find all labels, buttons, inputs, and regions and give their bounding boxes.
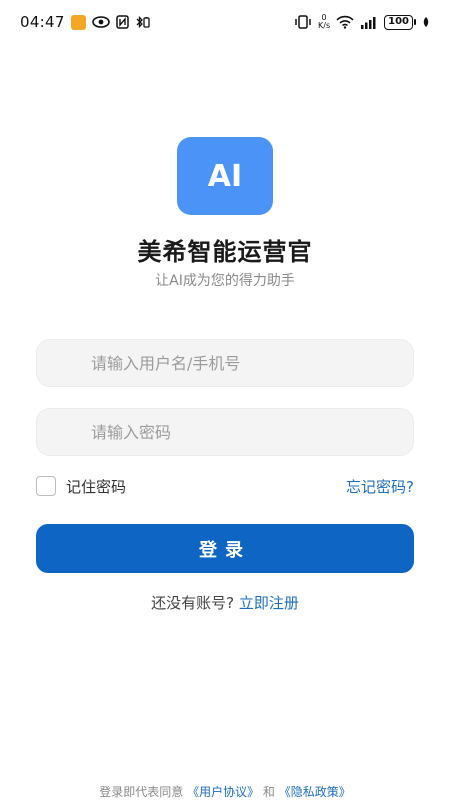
app-subtitle: 让AI成为您的得力助手 (155, 273, 295, 289)
signal-icon (360, 16, 378, 29)
password-field (36, 408, 414, 456)
status-bar: 04:47 0 K/s 100 (0, 0, 450, 44)
battery-tip (414, 19, 416, 25)
bluetooth-battery-icon (135, 15, 151, 29)
status-left: 04:47 (20, 13, 151, 31)
wifi-icon (336, 15, 354, 29)
user-agreement-link[interactable]: 《用户协议》 (187, 785, 259, 799)
remember-password-checkbox[interactable] (36, 476, 56, 496)
status-right: 0 K/s 100 (294, 14, 430, 30)
status-time: 04:47 (20, 13, 65, 31)
app-logo: AI (177, 137, 273, 215)
leaf-icon (422, 16, 430, 28)
agreement-and: 和 (262, 785, 275, 799)
eye-icon (91, 16, 110, 28)
agreement-prefix: 登录即代表同意 (99, 785, 184, 799)
forgot-password-link[interactable]: 忘记密码? (346, 476, 414, 497)
battery-level: 100 (384, 14, 413, 30)
vibrate-icon (294, 15, 312, 29)
login-button[interactable]: 登录 (36, 524, 414, 573)
username-field (36, 339, 414, 387)
agreement-text: 登录即代表同意 《用户协议》 和 《隐私政策》 (0, 783, 450, 800)
nfc-icon (115, 15, 129, 29)
register-row: 还没有账号? 立即注册 (0, 592, 450, 613)
app-logo-text: AI (207, 158, 243, 194)
login-screen: 04:47 0 K/s 100 AI 美希智能运营官 让AI成为您的得力助手 请… (0, 0, 450, 800)
app-notification-icon (70, 14, 86, 30)
app-title: 美希智能运营官 (137, 238, 313, 266)
network-speed: 0 K/s (318, 14, 330, 30)
remember-row: 记住密码 忘记密码? (36, 474, 414, 498)
username-input[interactable] (37, 340, 413, 386)
remember-password-label: 记住密码 (66, 477, 127, 496)
register-link[interactable]: 立即注册 (239, 594, 299, 612)
password-input[interactable] (37, 409, 413, 455)
register-prompt: 还没有账号? (151, 594, 235, 612)
battery-icon: 100 (384, 14, 416, 30)
remember-password[interactable]: 记住密码 (36, 476, 126, 497)
network-speed-unit: K/s (318, 21, 331, 30)
privacy-policy-link[interactable]: 《隐私政策》 (279, 785, 351, 799)
